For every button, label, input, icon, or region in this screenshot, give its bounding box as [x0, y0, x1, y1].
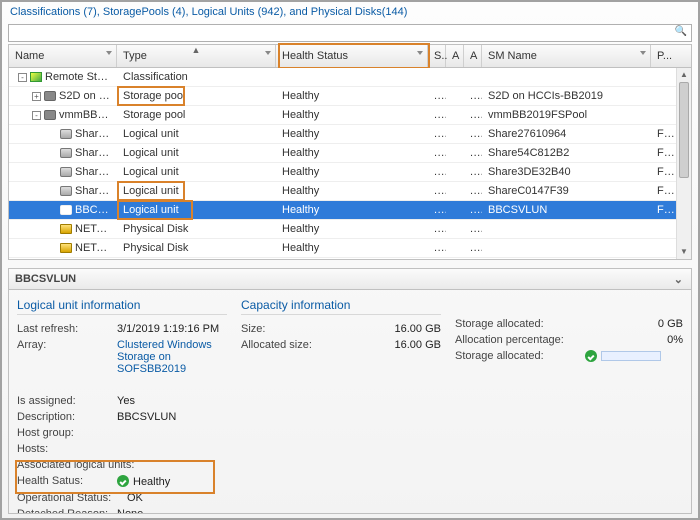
detail-header[interactable]: BBCSVLUN ⌄	[8, 268, 692, 290]
table-row[interactable]: ShareC0147F...Logical unitHealthy......S…	[9, 182, 691, 201]
table-row[interactable]: BBCSVLUNLogical unitHealthy......BBCSVLU…	[9, 201, 691, 220]
row-name: vmmBB2019FSP...	[59, 109, 111, 121]
row-name: ShareC0147F...	[75, 185, 111, 197]
health-status: Healthy	[117, 475, 227, 488]
row-name: NETAPP LUN...	[75, 242, 111, 254]
ok-icon	[585, 350, 597, 362]
col-p[interactable]: P...	[651, 45, 677, 67]
scroll-track[interactable]	[677, 82, 691, 245]
row-name: S2D on HCCIs-B...	[59, 90, 111, 102]
lu-icon	[60, 186, 72, 196]
chevron-down-icon[interactable]	[640, 51, 646, 55]
is-assigned: Yes	[117, 395, 227, 407]
logical-unit-info: Logical unit information Last refresh:3/…	[17, 298, 227, 505]
detail-body: Logical unit information Last refresh:3/…	[8, 290, 692, 514]
row-name: NETAPP LUN...	[75, 223, 111, 235]
sort-asc-icon: ▲	[192, 45, 201, 55]
scroll-down-icon[interactable]: ▼	[677, 245, 691, 259]
progress-bar	[601, 351, 661, 361]
pool-icon	[44, 110, 56, 120]
lu-icon	[60, 129, 72, 139]
row-name: Share54C81...	[75, 147, 111, 159]
allocation-percentage: 0%	[585, 334, 683, 346]
table-row[interactable]: NETAPP LUN...Physical DiskHealthy......	[9, 239, 691, 258]
row-name: BBCSVLUN	[75, 204, 111, 216]
detached-reason: None	[117, 508, 227, 514]
grid-body[interactable]: -Remote StorageClassification+S2D on HCC…	[8, 68, 692, 260]
chevron-down-icon[interactable]: ⌄	[674, 273, 683, 286]
allocated-size: 16.00 GB	[341, 339, 441, 351]
table-row[interactable]: -Remote StorageClassification	[9, 68, 691, 87]
table-row[interactable]: Share276109...Logical unitHealthy......S…	[9, 125, 691, 144]
lu-icon	[60, 205, 72, 215]
col-a2[interactable]: A	[464, 45, 482, 67]
table-row[interactable]: Share54C81...Logical unitHealthy......Sh…	[9, 144, 691, 163]
grid-header: Name ▲Type Health Status S.. A A SM Name…	[8, 44, 692, 68]
chevron-down-icon[interactable]	[106, 51, 112, 55]
pool-icon	[44, 91, 56, 101]
allocation-info: Storage allocated:0 GB Allocation percen…	[455, 298, 683, 505]
col-name[interactable]: Name	[9, 45, 117, 67]
table-row[interactable]: NETAPP LUN...Physical DiskHealthy......	[9, 220, 691, 239]
table-row[interactable]: Share3DE32...Logical unitHealthy......Sh…	[9, 163, 691, 182]
description: BBCSVLUN	[117, 411, 227, 423]
expand-icon[interactable]: -	[18, 73, 27, 82]
storage-allocated-bar	[585, 350, 683, 363]
col-sm-name[interactable]: SM Name	[482, 45, 651, 67]
scroll-up-icon[interactable]: ▲	[677, 68, 691, 82]
operational-status: OK	[127, 492, 227, 504]
chevron-down-icon[interactable]	[265, 51, 271, 55]
expand-icon[interactable]: +	[32, 92, 41, 101]
hosts	[117, 443, 227, 455]
row-name: Share276109...	[75, 128, 111, 140]
table-row[interactable]: -vmmBB2019FSP...Storage poolHealthy.....…	[9, 106, 691, 125]
search-input[interactable]: 🔍	[8, 24, 692, 42]
pd-icon	[60, 243, 72, 253]
col-a[interactable]: A	[446, 45, 464, 67]
root-icon	[30, 72, 42, 82]
expand-icon[interactable]: -	[32, 111, 41, 120]
lu-icon	[60, 167, 72, 177]
scroll-thumb[interactable]	[679, 82, 689, 178]
lu-icon	[60, 148, 72, 158]
col-type[interactable]: ▲Type	[117, 45, 276, 67]
vertical-scrollbar[interactable]: ▲ ▼	[676, 68, 691, 259]
array-link[interactable]: Clustered Windows Storage on SOFSBB2019	[117, 339, 227, 375]
row-name: Remote Storage	[45, 71, 111, 83]
host-group	[117, 427, 227, 439]
col-health-status[interactable]: Health Status	[276, 45, 428, 67]
search-icon: 🔍	[675, 26, 687, 37]
page-title: Classifications (7), StoragePools (4), L…	[2, 2, 698, 24]
table-row[interactable]: NETAPP LUN...Physical DiskHealthy......	[9, 258, 691, 260]
section-title: Capacity information	[241, 298, 441, 312]
col-s[interactable]: S..	[428, 45, 446, 67]
last-refresh: 3/1/2019 1:19:16 PM	[117, 323, 227, 335]
ok-icon	[117, 475, 129, 487]
storage-allocated: 0 GB	[585, 318, 683, 330]
chevron-down-icon[interactable]	[417, 51, 423, 55]
storage-window: Classifications (7), StoragePools (4), L…	[0, 0, 700, 520]
section-title: Logical unit information	[17, 298, 227, 312]
size: 16.00 GB	[341, 323, 441, 335]
capacity-info: Capacity information Size:16.00 GB Alloc…	[241, 298, 441, 505]
table-row[interactable]: +S2D on HCCIs-B...Storage poolHealthy...…	[9, 87, 691, 106]
row-name: Share3DE32...	[75, 166, 111, 178]
pd-icon	[60, 224, 72, 234]
